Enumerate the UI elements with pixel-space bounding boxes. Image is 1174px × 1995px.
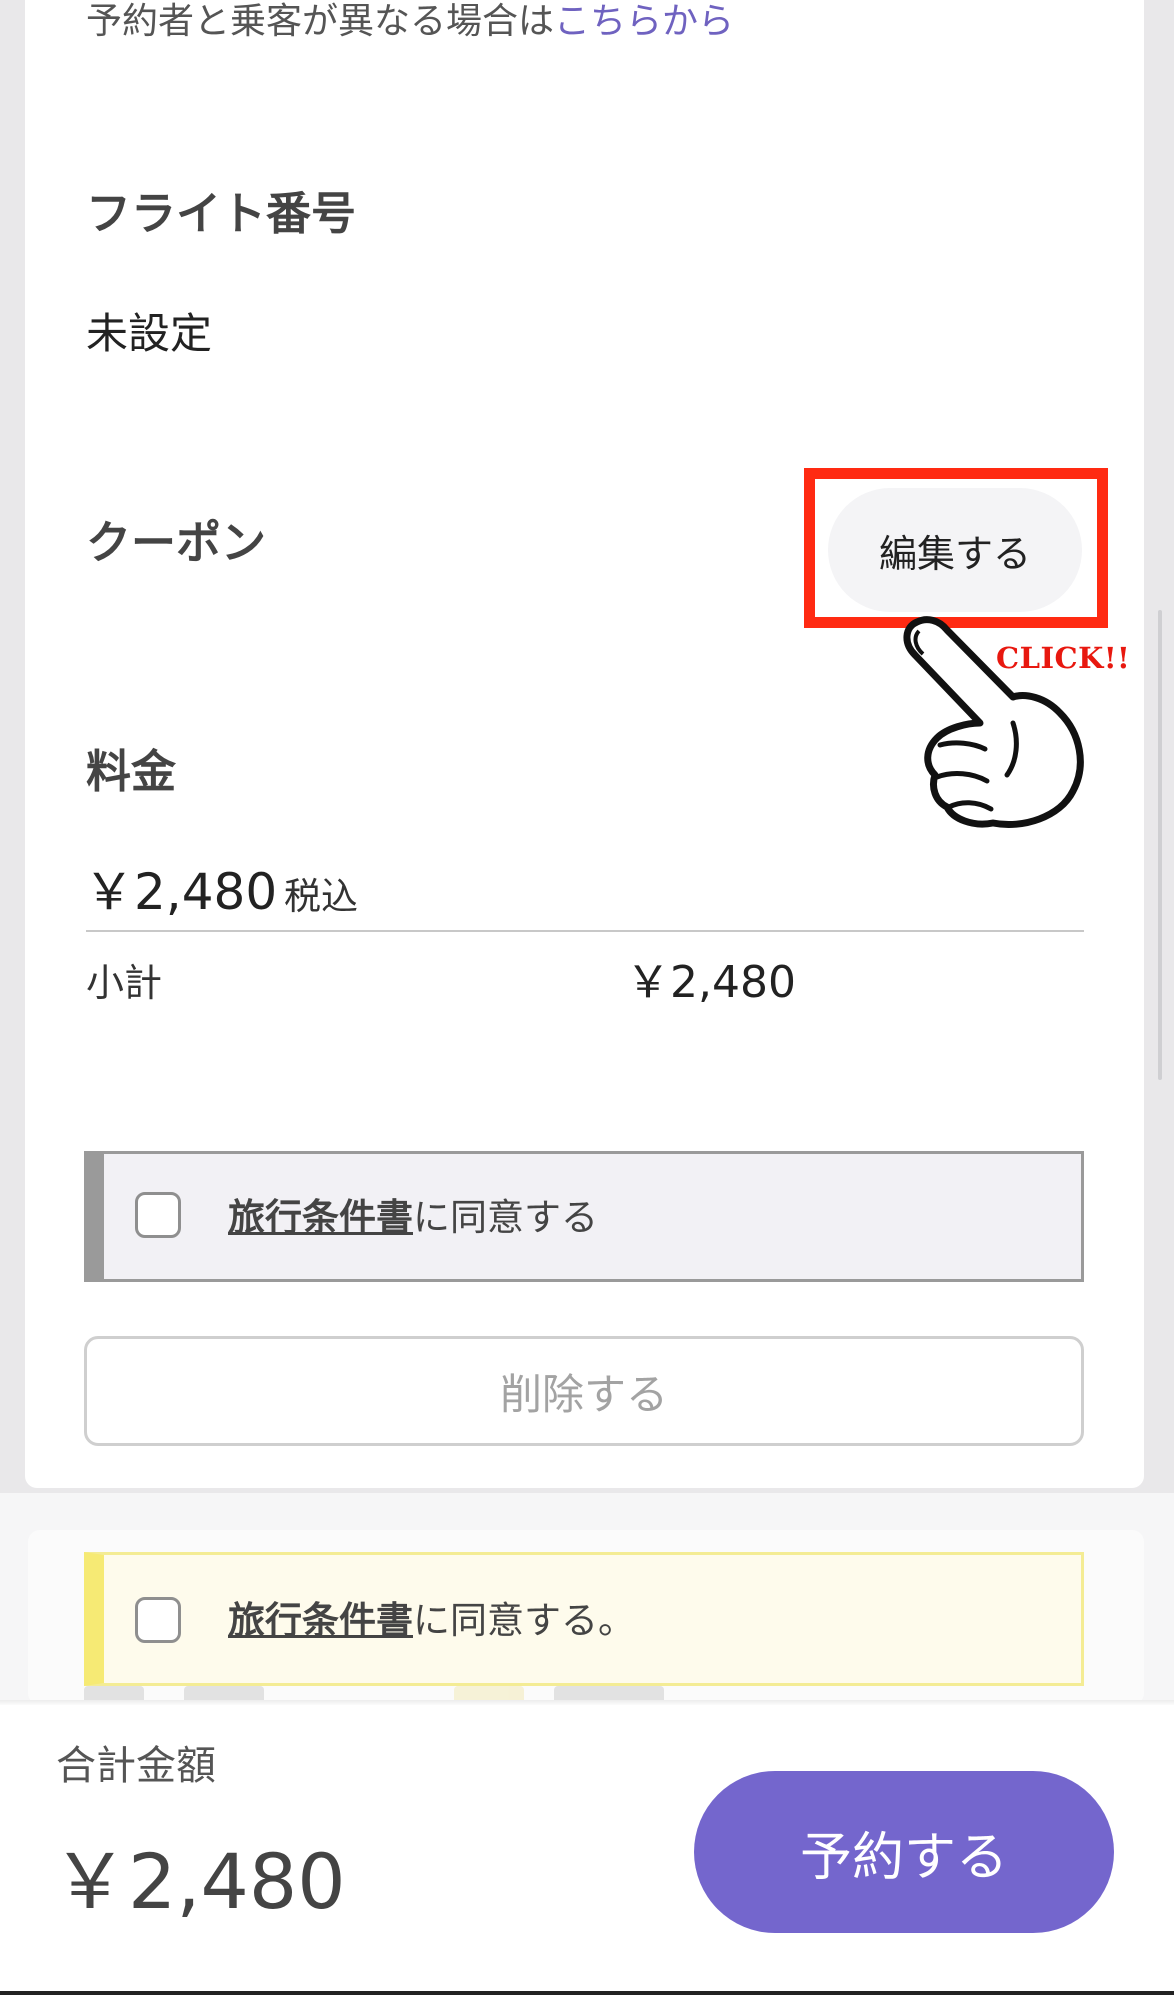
terms-agree-text: に同意する (413, 1196, 598, 1239)
total-amount-label: 合計金額 (56, 1743, 216, 1789)
terms-agree-text-footer: に同意する。 (413, 1599, 635, 1642)
delete-button[interactable]: 削除する (84, 1336, 1084, 1446)
screen-bottom-edge (0, 1991, 1174, 1995)
scrollbar-thumb[interactable] (1158, 610, 1162, 1080)
price-value: ￥2,480 (84, 863, 278, 921)
terms-agree-label: 旅行条件書に同意する (228, 1193, 598, 1243)
reserve-button[interactable]: 予約する (694, 1771, 1114, 1933)
subtotal-label: 小計 (86, 961, 163, 1005)
pointing-hand-icon (903, 616, 1084, 828)
terms-link-footer[interactable]: 旅行条件書 (228, 1599, 413, 1642)
terms-link[interactable]: 旅行条件書 (228, 1196, 413, 1239)
total-amount-value: ￥2,480 (52, 1837, 346, 1926)
terms-agree-checkbox-footer[interactable] (135, 1597, 181, 1643)
price-divider (86, 930, 1084, 932)
fee-title: 料金 (86, 745, 177, 798)
flight-number-value: 未設定 (86, 309, 213, 358)
different-passenger-link[interactable]: こちらから (554, 1, 734, 42)
tax-note: 税込 (284, 875, 358, 918)
different-passenger-text: 予約者と乗客が異なる場合は (86, 1, 555, 42)
terms-agree-label-footer: 旅行条件書に同意する。 (228, 1596, 635, 1646)
coupon-edit-button[interactable]: 編集する (828, 488, 1082, 612)
subtotal-value: ￥2,480 (626, 957, 796, 1008)
booking-page: 予約者と乗客が異なる場合はこちらから フライト番号 未設定 クーポン 編集する … (0, 0, 1174, 1995)
coupon-title: クーポン (86, 516, 267, 569)
flight-number-title: フライト番号 (86, 187, 357, 240)
different-passenger-note: 予約者と乗客が異なる場合はこちらから (86, 0, 734, 44)
terms-agree-checkbox[interactable] (135, 1192, 181, 1238)
